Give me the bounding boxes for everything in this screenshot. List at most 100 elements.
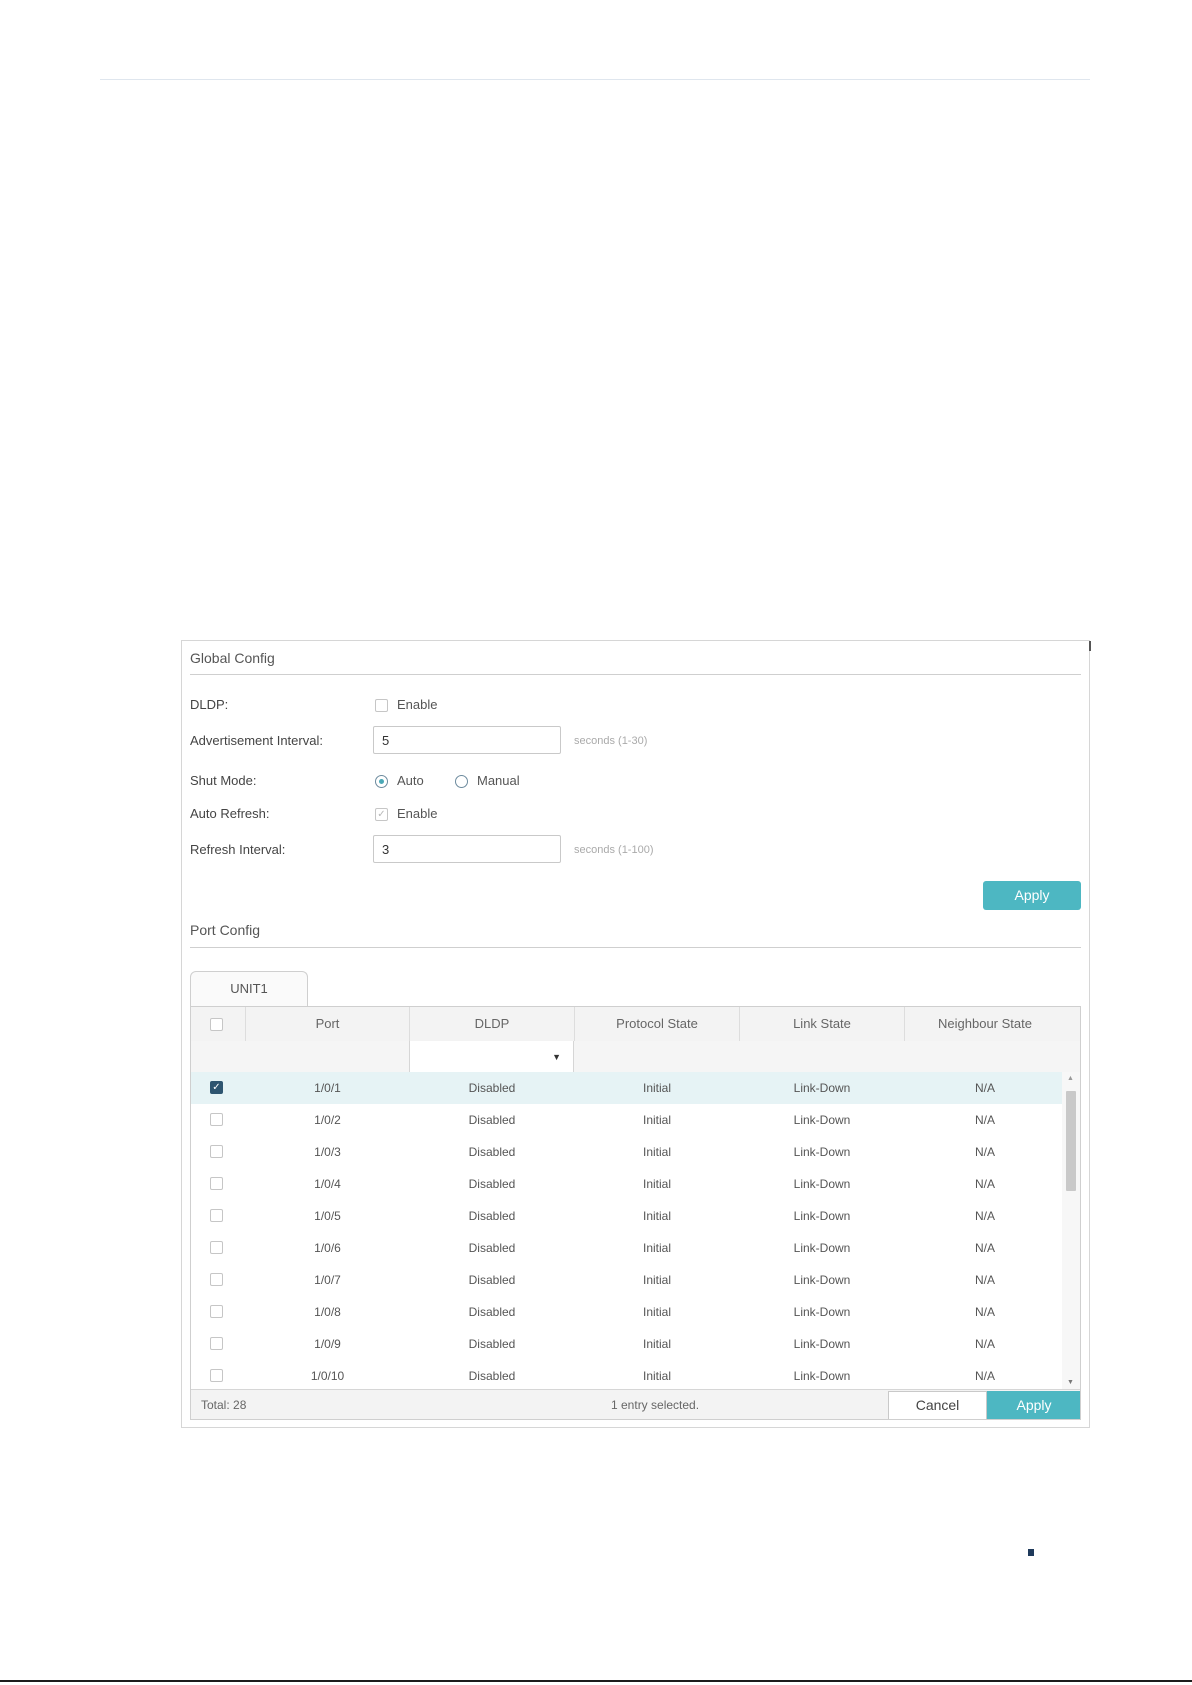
- row-checkbox[interactable]: [210, 1209, 223, 1222]
- dldp-cell: Disabled: [468, 1337, 516, 1351]
- link-state-cell: Link-Down: [793, 1177, 851, 1191]
- neighbour-state-cell: N/A: [974, 1081, 995, 1095]
- table-row[interactable]: 1/0/7 Disabled Initial Link-Down N/A: [191, 1264, 1064, 1296]
- advertisement-interval-hint: seconds (1-30): [574, 735, 648, 747]
- dldp-cell: Disabled: [468, 1369, 516, 1383]
- link-state-cell: Link-Down: [793, 1081, 851, 1095]
- table-row[interactable]: 1/0/3 Disabled Initial Link-Down N/A: [191, 1136, 1064, 1168]
- port-cell: 1/0/5: [314, 1209, 341, 1223]
- table-row[interactable]: ✓ 1/0/1 Disabled Initial Link-Down N/A: [191, 1072, 1064, 1104]
- dldp-cell: Disabled: [468, 1113, 516, 1127]
- shut-mode-auto-radio[interactable]: [375, 775, 388, 788]
- refresh-interval-input[interactable]: [373, 835, 561, 863]
- scrollbar-thumb[interactable]: [1066, 1091, 1076, 1191]
- column-header-protocol-state[interactable]: Protocol State: [575, 1007, 739, 1041]
- dldp-filter-select[interactable]: ▼: [409, 1041, 574, 1072]
- header-rule: [100, 79, 1090, 80]
- protocol-state-cell: Initial: [642, 1305, 671, 1319]
- row-checkbox[interactable]: [210, 1337, 223, 1350]
- column-header-neighbour-state[interactable]: Neighbour State: [905, 1007, 1065, 1041]
- port-config-title: Port Config: [190, 922, 261, 938]
- dldp-cell: Disabled: [468, 1305, 516, 1319]
- scroll-down-icon[interactable]: ▼: [1067, 1379, 1074, 1386]
- protocol-state-cell: Initial: [642, 1113, 671, 1127]
- protocol-state-cell: Initial: [642, 1369, 671, 1383]
- table-scrollbar[interactable]: ▲ ▼: [1062, 1072, 1080, 1389]
- table-row[interactable]: 1/0/10 Disabled Initial Link-Down N/A: [191, 1360, 1064, 1389]
- neighbour-state-cell: N/A: [974, 1369, 995, 1383]
- neighbour-state-cell: N/A: [974, 1113, 995, 1127]
- port-cell: 1/0/4: [314, 1177, 341, 1191]
- row-checkbox[interactable]: [210, 1241, 223, 1254]
- table-row[interactable]: 1/0/4 Disabled Initial Link-Down N/A: [191, 1168, 1064, 1200]
- neighbour-state-cell: N/A: [974, 1337, 995, 1351]
- chevron-down-icon: ▼: [552, 1052, 561, 1062]
- row-checkbox[interactable]: [210, 1177, 223, 1190]
- table-body: ✓ 1/0/1 Disabled Initial Link-Down N/A 1/0/2 Di…: [191, 1072, 1064, 1389]
- port-cell: 1/0/2: [314, 1113, 341, 1127]
- dldp-enable-checkbox[interactable]: [375, 699, 388, 712]
- shut-mode-label: Shut Mode:: [190, 773, 257, 788]
- shut-mode-manual-radio[interactable]: [455, 775, 468, 788]
- port-cell: 1/0/6: [314, 1241, 341, 1255]
- neighbour-state-cell: N/A: [974, 1209, 995, 1223]
- link-state-cell: Link-Down: [793, 1337, 851, 1351]
- protocol-state-cell: Initial: [642, 1337, 671, 1351]
- link-state-cell: Link-Down: [793, 1369, 851, 1383]
- dldp-cell: Disabled: [468, 1273, 516, 1287]
- auto-refresh-enable-checkbox[interactable]: ✓: [375, 808, 388, 821]
- refresh-interval-hint: seconds (1-100): [574, 844, 654, 856]
- global-apply-button[interactable]: Apply: [983, 881, 1081, 910]
- dldp-config-panel: Global Config DLDP: Enable Advertisement…: [181, 640, 1091, 1428]
- auto-refresh-label: Auto Refresh:: [190, 806, 270, 821]
- table-row[interactable]: 1/0/8 Disabled Initial Link-Down N/A: [191, 1296, 1064, 1328]
- column-header-link-state[interactable]: Link State: [740, 1007, 904, 1041]
- column-header-port[interactable]: Port: [246, 1007, 409, 1041]
- table-filter-row: ▼: [191, 1041, 1080, 1073]
- row-checkbox[interactable]: [210, 1305, 223, 1318]
- link-state-cell: Link-Down: [793, 1209, 851, 1223]
- cancel-button[interactable]: Cancel: [888, 1391, 987, 1419]
- port-config-divider: [190, 947, 1081, 948]
- dldp-label: DLDP:: [190, 697, 229, 712]
- shut-mode-auto-label: Auto: [397, 773, 424, 788]
- checkmark-icon: ✓: [212, 1082, 221, 1093]
- row-checkbox[interactable]: [210, 1273, 223, 1286]
- port-cell: 1/0/9: [314, 1337, 341, 1351]
- neighbour-state-cell: N/A: [974, 1145, 995, 1159]
- port-cell: 1/0/7: [314, 1273, 341, 1287]
- table-row[interactable]: 1/0/2 Disabled Initial Link-Down N/A: [191, 1104, 1064, 1136]
- advertisement-interval-label: Advertisement Interval:: [190, 733, 323, 748]
- row-checkbox[interactable]: [210, 1145, 223, 1158]
- page-marker: [1028, 1549, 1034, 1556]
- scroll-up-icon[interactable]: ▲: [1067, 1075, 1074, 1082]
- select-all-checkbox[interactable]: [210, 1018, 223, 1031]
- table-row[interactable]: 1/0/9 Disabled Initial Link-Down N/A: [191, 1328, 1064, 1360]
- global-config-divider: [190, 674, 1081, 675]
- neighbour-state-cell: N/A: [974, 1241, 995, 1255]
- port-cell: 1/0/3: [314, 1145, 341, 1159]
- refresh-interval-label: Refresh Interval:: [190, 842, 286, 857]
- tab-unit1[interactable]: UNIT1: [190, 971, 308, 1006]
- table-header: Port DLDP Protocol State Link State Neig…: [191, 1007, 1080, 1042]
- advertisement-interval-input[interactable]: [373, 726, 561, 754]
- row-checkbox[interactable]: ✓: [210, 1081, 223, 1094]
- port-table: Port DLDP Protocol State Link State Neig…: [190, 1006, 1081, 1420]
- neighbour-state-cell: N/A: [974, 1273, 995, 1287]
- table-row[interactable]: 1/0/6 Disabled Initial Link-Down N/A: [191, 1232, 1064, 1264]
- neighbour-state-cell: N/A: [974, 1177, 995, 1191]
- protocol-state-cell: Initial: [642, 1241, 671, 1255]
- row-checkbox[interactable]: [210, 1113, 223, 1126]
- dldp-enable-label: Enable: [397, 697, 438, 712]
- table-row[interactable]: 1/0/5 Disabled Initial Link-Down N/A: [191, 1200, 1064, 1232]
- total-count: Total: 28: [201, 1398, 247, 1412]
- column-header-dldp[interactable]: DLDP: [410, 1007, 574, 1041]
- global-config-title: Global Config: [190, 650, 275, 666]
- row-checkbox[interactable]: [210, 1369, 223, 1382]
- footer-rule: [0, 1680, 1192, 1682]
- port-apply-button[interactable]: Apply: [987, 1391, 1080, 1419]
- link-state-cell: Link-Down: [793, 1113, 851, 1127]
- auto-refresh-enable-label: Enable: [397, 806, 438, 821]
- protocol-state-cell: Initial: [642, 1177, 671, 1191]
- protocol-state-cell: Initial: [642, 1209, 671, 1223]
